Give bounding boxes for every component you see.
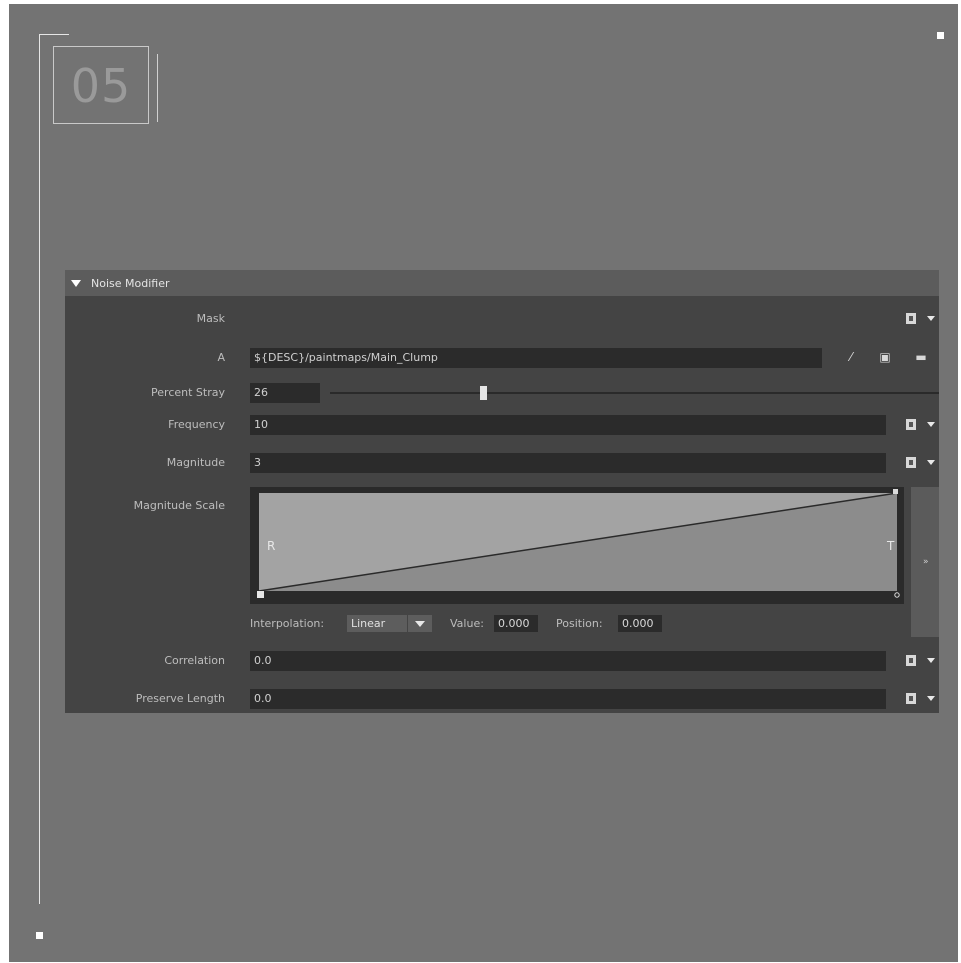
section-title: Noise Modifier [91, 276, 170, 290]
ramp-controls: Interpolation: Linear Value: 0.000 Posit… [250, 613, 850, 635]
dropdown-arrow-icon[interactable] [927, 460, 935, 465]
map-button-icon[interactable] [906, 313, 935, 324]
preserve-length-field[interactable]: 0.0 [250, 689, 886, 709]
corner-dot-bottom-left [36, 932, 43, 939]
ramp-right-label: T [886, 539, 895, 553]
correlation-field[interactable]: 0.0 [250, 651, 886, 671]
ramp-expand-icon[interactable]: » [923, 557, 929, 567]
value-label: Value: [450, 617, 484, 630]
percent-stray-label: Percent Stray [151, 386, 225, 399]
row-percent-stray: Percent Stray 26 [65, 382, 939, 404]
interpolation-dropdown-button[interactable] [408, 615, 432, 632]
noise-modifier-panel: Noise Modifier Mask A ${DESC}/paintmaps/… [65, 270, 939, 713]
interpolation-label: Interpolation: [250, 617, 325, 630]
save-icon[interactable]: ▣ [878, 350, 892, 364]
ramp-left-label: R [267, 539, 275, 553]
section-header[interactable]: Noise Modifier [65, 270, 939, 296]
a-label: A [217, 351, 225, 364]
row-magnitude: Magnitude 3 [65, 452, 939, 474]
magnitude-field[interactable]: 3 [250, 453, 886, 473]
frequency-label: Frequency [168, 418, 225, 431]
ramp-key-handle-top[interactable] [893, 489, 898, 494]
frequency-field[interactable]: 10 [250, 415, 886, 435]
dropdown-arrow-icon[interactable] [927, 422, 935, 427]
corner-dot-top-right [937, 32, 944, 39]
dropdown-arrow-icon[interactable] [927, 696, 935, 701]
a-path-field[interactable]: ${DESC}/paintmaps/Main_Clump [250, 348, 822, 368]
position-field[interactable]: 0.000 [618, 615, 662, 632]
ramp-key-handle[interactable] [257, 591, 264, 598]
map-button-icon[interactable] [906, 419, 935, 430]
row-mask: Mask [65, 308, 939, 330]
position-label: Position: [556, 617, 603, 630]
slide-number: 05 [53, 46, 149, 124]
ramp-key-handle-end[interactable] [894, 592, 900, 598]
interpolation-select[interactable]: Linear [347, 615, 407, 632]
frame-horizontal-line [39, 34, 69, 35]
preserve-length-label: Preserve Length [135, 692, 225, 705]
slide-number-divider [157, 54, 158, 122]
folder-icon[interactable]: ▬ [914, 350, 928, 364]
percent-stray-slider-handle[interactable] [480, 386, 488, 400]
correlation-label: Correlation [164, 654, 225, 667]
magnitude-label: Magnitude [166, 456, 225, 469]
row-preserve-length: Preserve Length 0.0 [65, 688, 939, 710]
map-button-icon[interactable] [906, 693, 935, 704]
dropdown-arrow-icon[interactable] [927, 316, 935, 321]
chevron-down-icon [415, 621, 425, 627]
mask-label: Mask [196, 312, 225, 325]
ramp-expand-button[interactable]: » [911, 487, 939, 637]
row-correlation: Correlation 0.0 [65, 650, 939, 672]
row-frequency: Frequency 10 [65, 414, 939, 436]
dropdown-arrow-icon[interactable] [927, 658, 935, 663]
frame-vertical-line [39, 34, 40, 904]
percent-stray-field[interactable]: 26 [250, 383, 320, 403]
magnitude-scale-ramp[interactable]: R T [250, 487, 904, 604]
value-field[interactable]: 0.000 [494, 615, 538, 632]
percent-stray-slider[interactable] [330, 392, 939, 394]
map-button-icon[interactable] [906, 655, 935, 666]
slide-canvas: 05 Noise Modifier Mask A ${DESC}/paintma… [9, 4, 958, 962]
row-a: A ${DESC}/paintmaps/Main_Clump ⁄ ▣ ▬ [65, 347, 939, 369]
magnitude-scale-label: Magnitude Scale [133, 499, 225, 512]
map-button-icon[interactable] [906, 457, 935, 468]
collapse-triangle-icon[interactable] [71, 279, 81, 287]
paint-brush-icon[interactable]: ⁄ [844, 350, 858, 364]
